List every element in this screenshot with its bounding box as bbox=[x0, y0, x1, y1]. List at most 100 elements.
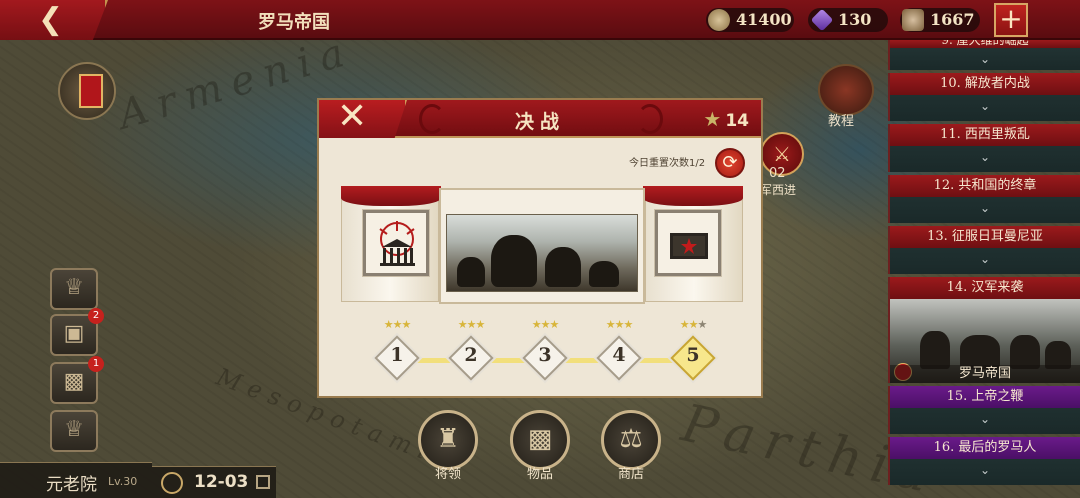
refresh-icon: ⟳ bbox=[722, 152, 738, 173]
trophy-button[interactable]: ♕ bbox=[50, 410, 98, 452]
reward-chest-card[interactable] bbox=[655, 210, 721, 276]
game-date: 12-03 bbox=[194, 472, 249, 492]
chapter-item[interactable]: 11. 西西里叛乱 ⌄ bbox=[888, 124, 1080, 172]
chapter-artwork: 罗马帝国 bbox=[890, 299, 1080, 383]
difficulty-level-5[interactable]: 5 bbox=[670, 335, 716, 381]
reset-button[interactable]: ⟳ bbox=[715, 148, 745, 178]
notification-badge: 1 bbox=[88, 356, 104, 372]
treasure-button[interactable]: ▩ 1 bbox=[50, 356, 104, 404]
difficulty-number: 5 bbox=[686, 344, 700, 366]
chapter-item[interactable]: 12. 共和国的终章 ⌄ bbox=[888, 175, 1080, 223]
star-icon: ★ bbox=[475, 318, 485, 331]
laurel-icon bbox=[637, 104, 663, 134]
star-icon: ★ bbox=[623, 318, 633, 331]
battle-stage bbox=[341, 186, 743, 304]
top-bar: ❮ 罗马帝国 41400 130 1667 + bbox=[0, 0, 1080, 40]
dialog-title: 决战 bbox=[514, 111, 565, 133]
difficulty-stars: ★★★ bbox=[597, 318, 641, 331]
star-icon: ★ bbox=[605, 318, 616, 331]
difficulty-level-1[interactable]: 1 bbox=[374, 335, 420, 381]
chapter-item-active[interactable]: 14. 汉军来袭 罗马帝国 bbox=[888, 277, 1080, 383]
crown-button[interactable]: ♕ bbox=[50, 268, 98, 310]
items-label: 物品 bbox=[526, 467, 553, 482]
shop-label: 商店 bbox=[617, 467, 644, 482]
chapter-title: 15. 上帝之鞭 bbox=[890, 386, 1080, 408]
star-total: ★ 14 bbox=[703, 107, 749, 131]
chevron-down-icon: ⌄ bbox=[979, 52, 991, 66]
back-arrow-icon: ❮ bbox=[38, 2, 64, 37]
chapter-title: 12. 共和国的终章 bbox=[890, 175, 1080, 197]
calendar-icon bbox=[256, 475, 270, 489]
page-title: 罗马帝国 bbox=[258, 12, 330, 33]
difficulty-stars: ★★★ bbox=[375, 318, 419, 331]
video-button[interactable]: ▣ 2 bbox=[50, 308, 104, 356]
battle-painting-frame bbox=[439, 188, 645, 304]
dialog-header: ✕ 决战 ★ 14 bbox=[319, 100, 761, 138]
decisive-battle-dialog: ✕ 决战 ★ 14 今日重置次数1/2 ⟳ ★★★ 1 ★★★ 2 ★★★ 3 … bbox=[317, 98, 763, 398]
star-icon: ★ bbox=[679, 318, 690, 331]
curtain-decoration bbox=[643, 186, 743, 206]
difficulty-stars: ★★★ bbox=[671, 318, 715, 331]
crest-counter[interactable]: 1667 bbox=[900, 8, 980, 32]
scales-icon: ⚖ bbox=[619, 424, 643, 454]
date-panel[interactable]: 12-03 bbox=[152, 466, 276, 498]
coin-counter[interactable]: 41400 bbox=[706, 8, 794, 32]
difficulty-level-4[interactable]: 4 bbox=[596, 335, 642, 381]
helmet-icon: ♜ bbox=[436, 424, 460, 454]
chest-icon bbox=[670, 233, 708, 259]
gem-counter[interactable]: 130 bbox=[808, 8, 888, 32]
items-button[interactable]: ▩ bbox=[510, 410, 570, 470]
star-total-value: 14 bbox=[725, 111, 749, 131]
reset-count-text: 今日重置次数1/2 bbox=[629, 158, 706, 169]
plus-icon: + bbox=[999, 2, 1023, 35]
tutorial-button[interactable] bbox=[818, 64, 874, 116]
difficulty-level-3[interactable]: 3 bbox=[522, 335, 568, 381]
generals-button[interactable]: ♜ bbox=[418, 410, 478, 470]
senate-building-card[interactable] bbox=[363, 210, 429, 276]
chapter-title: 16. 最后的罗马人 bbox=[890, 437, 1080, 459]
chevron-down-icon: ⌄ bbox=[979, 99, 991, 113]
tutorial-label: 教程 bbox=[828, 114, 855, 129]
chapter-item[interactable]: 16. 最后的罗马人 ⌄ bbox=[888, 437, 1080, 485]
chapter-title: 10. 解放者内战 bbox=[890, 73, 1080, 95]
difficulty-number: 3 bbox=[538, 344, 552, 366]
star-icon: ★ bbox=[401, 318, 411, 331]
chevron-down-icon: ⌄ bbox=[979, 150, 991, 164]
laurel-crown-icon: ♕ bbox=[64, 275, 84, 300]
film-icon: ▣ bbox=[63, 321, 85, 346]
chapter-list[interactable]: 9. 屋大维的崛起 ⌄ 10. 解放者内战 ⌄ 11. 西西里叛乱 ⌄ 12. … bbox=[888, 40, 1080, 498]
add-resources-button[interactable]: + bbox=[994, 3, 1028, 37]
star-icon: ★ bbox=[549, 318, 559, 331]
notification-badge: 2 bbox=[88, 308, 104, 324]
battle-artwork bbox=[446, 214, 638, 292]
shop-button[interactable]: ⚖ bbox=[601, 410, 661, 470]
gem-icon bbox=[810, 8, 834, 32]
map-node-name: 军西进 bbox=[760, 183, 797, 197]
chapter-item[interactable]: 15. 上帝之鞭 ⌄ bbox=[888, 386, 1080, 434]
coin-value: 41400 bbox=[736, 10, 792, 29]
star-icon: ★ bbox=[531, 318, 542, 331]
star-icon: ★ bbox=[457, 318, 468, 331]
senate-panel[interactable]: 元老院 Lv.30 bbox=[0, 462, 152, 498]
difficulty-level-2[interactable]: 2 bbox=[448, 335, 494, 381]
faction-banner-button[interactable] bbox=[58, 62, 116, 120]
chevron-down-icon: ⌄ bbox=[979, 463, 991, 477]
star-icon: ★ bbox=[697, 318, 707, 331]
map-node-number: 02 bbox=[769, 166, 786, 181]
chevron-down-icon: ⌄ bbox=[979, 252, 991, 266]
chevron-down-icon: ⌄ bbox=[979, 412, 991, 426]
chapter-title: 11. 西西里叛乱 bbox=[890, 124, 1080, 146]
gem-value: 130 bbox=[838, 10, 872, 29]
chevron-down-icon: ⌄ bbox=[979, 201, 991, 215]
difficulty-number: 1 bbox=[390, 344, 404, 366]
chapter-item[interactable]: 10. 解放者内战 ⌄ bbox=[888, 73, 1080, 121]
chapter-title: 9. 屋大维的崛起 bbox=[890, 40, 1080, 48]
chapter-item[interactable]: 9. 屋大维的崛起 ⌄ bbox=[888, 40, 1080, 70]
chapter-owner: 罗马帝国 bbox=[890, 365, 1080, 383]
difficulty-number: 4 bbox=[612, 344, 626, 366]
trophy-icon: ♕ bbox=[64, 417, 84, 442]
star-icon: ★ bbox=[383, 318, 394, 331]
senate-name: 元老院 bbox=[46, 475, 97, 495]
chapter-item[interactable]: 13. 征服日耳曼尼亚 ⌄ bbox=[888, 226, 1080, 274]
back-button[interactable]: ❮ bbox=[0, 0, 108, 40]
